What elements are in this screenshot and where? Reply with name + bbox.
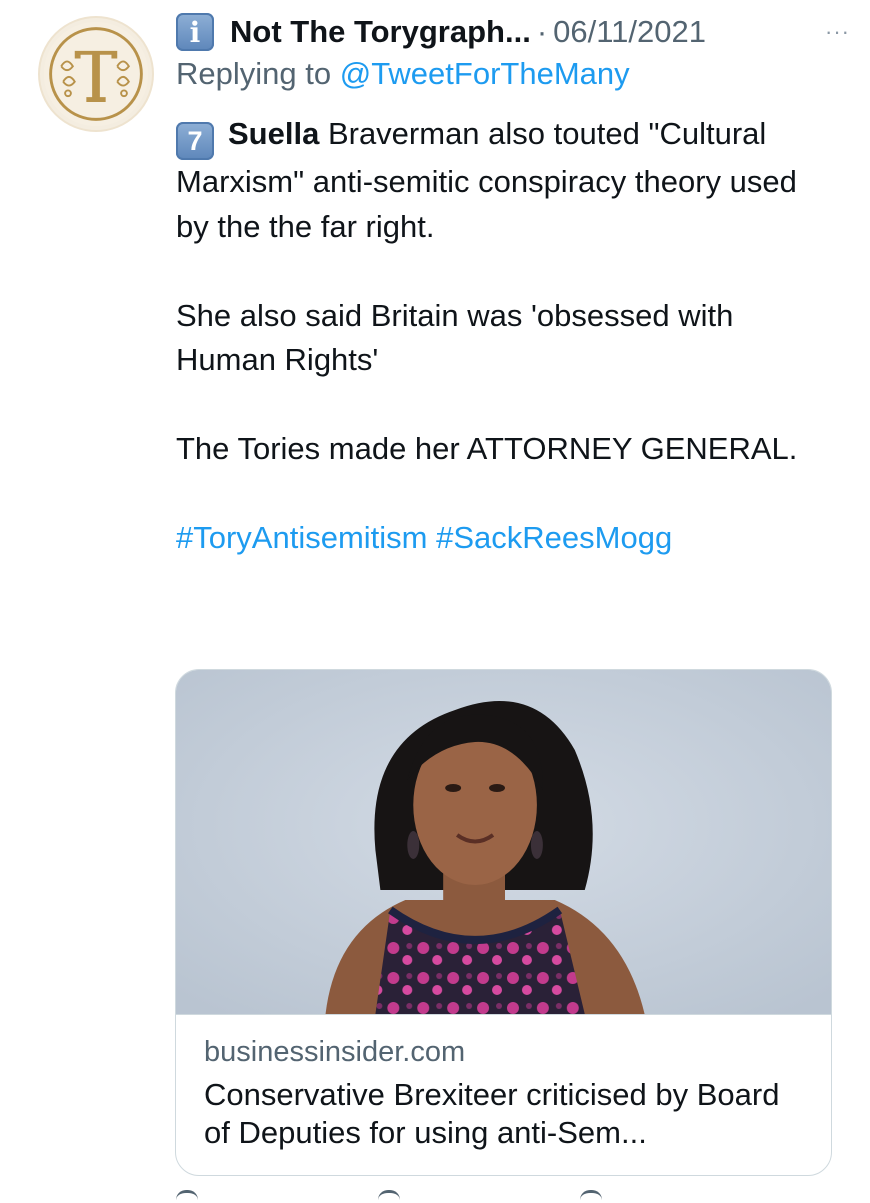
tweet-paragraph-3: The Tories made her ATTORNEY GENERAL. bbox=[176, 431, 798, 467]
portrait-photo bbox=[176, 670, 831, 1014]
tweet-date[interactable]: 06/11/2021 bbox=[553, 14, 706, 50]
card-title[interactable]: Conservative Brexiteer criticised by Boa… bbox=[204, 1076, 804, 1152]
tweet-actions-partial bbox=[176, 1190, 870, 1200]
keycap-seven-icon: 7 bbox=[176, 122, 214, 161]
name-bold: Suella bbox=[228, 116, 320, 151]
retweet-icon[interactable] bbox=[378, 1190, 400, 1203]
avatar[interactable] bbox=[38, 16, 154, 132]
reply-handle-link[interactable]: @TweetForTheMany bbox=[340, 56, 630, 91]
card-domain: businessinsider.com bbox=[204, 1036, 466, 1068]
tweet-text: 7 Suella Braverman also touted "Cultural … bbox=[176, 112, 836, 561]
link-preview-card[interactable]: businessinsider.com Conservative Brexite… bbox=[175, 669, 832, 1176]
tweet-header: i Not The Torygraph... · 06/11/2021 ··· bbox=[176, 10, 850, 54]
author-name[interactable]: Not The Torygraph... bbox=[230, 14, 531, 50]
hashtag-link[interactable]: #SackReesMogg bbox=[436, 520, 672, 555]
hashtag-link[interactable]: #ToryAntisemitism bbox=[176, 520, 428, 555]
card-image bbox=[176, 670, 831, 1014]
reply-icon[interactable] bbox=[176, 1190, 198, 1203]
information-keycap-icon: i bbox=[176, 13, 214, 51]
like-icon[interactable] bbox=[580, 1190, 602, 1203]
tweet-paragraph-1: 7 Suella Braverman also touted "Cultural … bbox=[176, 112, 836, 249]
header-separator: · bbox=[536, 14, 548, 49]
more-options-icon[interactable]: ··· bbox=[825, 19, 850, 45]
replying-to: Replying to @TweetForTheMany bbox=[176, 56, 630, 92]
torygraph-logo-icon bbox=[43, 21, 149, 127]
card-divider bbox=[176, 1014, 831, 1015]
tweet-paragraph-2: She also said Britain was 'obsessed with… bbox=[176, 297, 734, 378]
reply-prefix: Replying to bbox=[176, 56, 332, 91]
hashtag-line: #ToryAntisemitism #SackReesMogg bbox=[176, 516, 836, 561]
